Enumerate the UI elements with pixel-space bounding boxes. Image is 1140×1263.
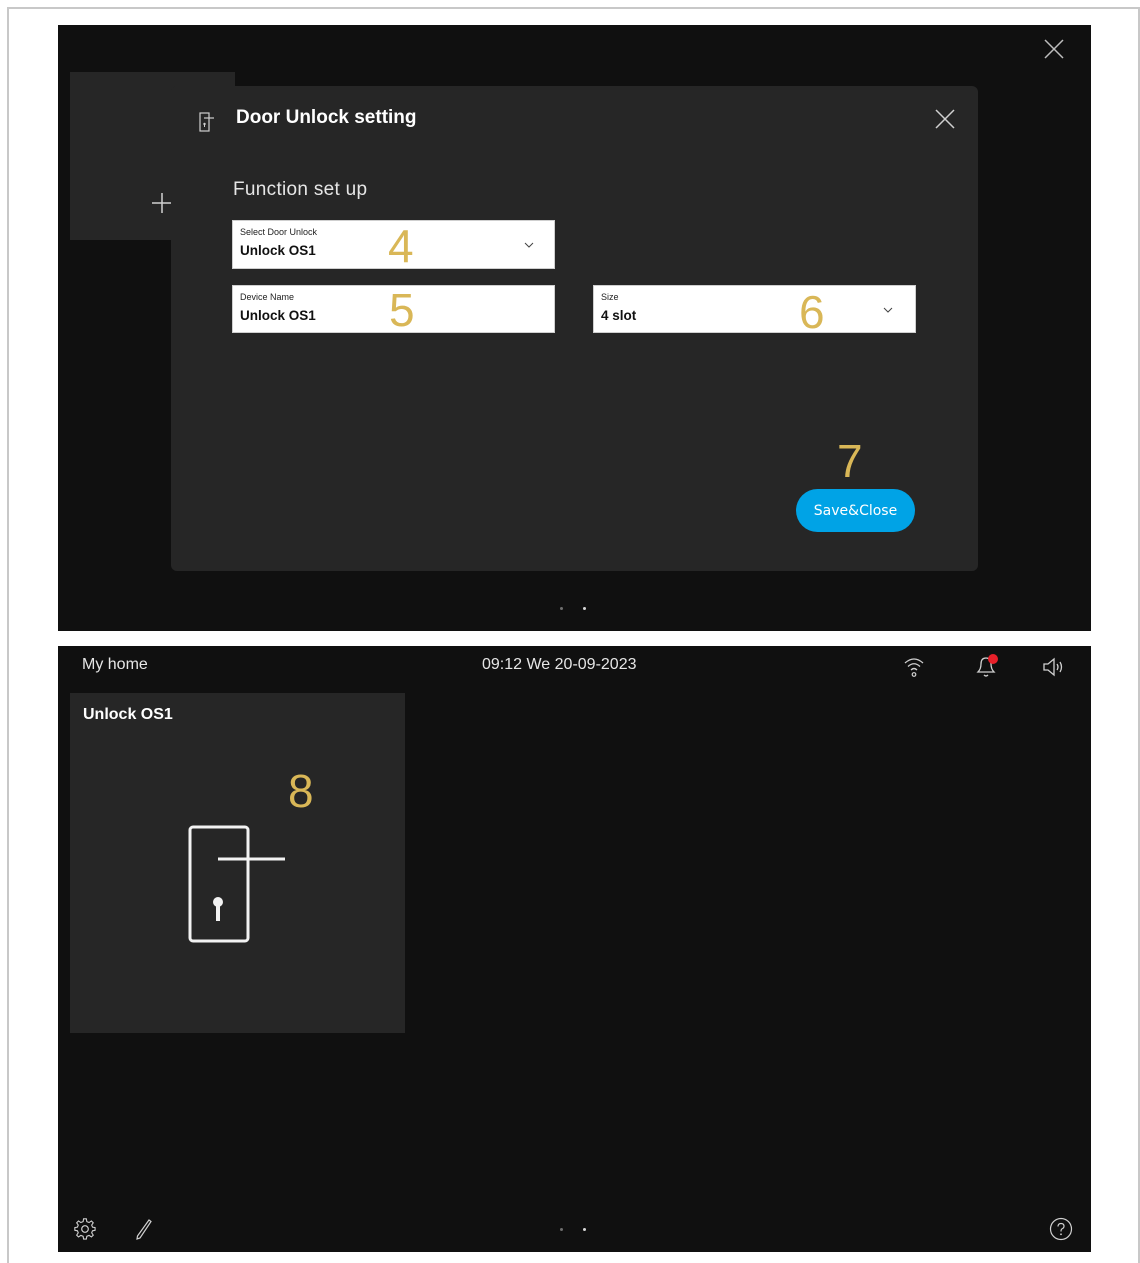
field-label: Size: [601, 292, 619, 302]
annotation-number: 6: [799, 286, 825, 338]
home-screen: My home 09:12 We 20-09-2023 Unlock OS1 8: [58, 646, 1091, 1252]
bell-icon[interactable]: [972, 653, 1002, 679]
annotation-number: 5: [389, 284, 415, 336]
page-indicator: [560, 1228, 586, 1231]
annotation-number: 7: [837, 435, 863, 487]
door-unlock-tile[interactable]: Unlock OS1 8: [70, 693, 405, 1033]
close-icon[interactable]: [934, 108, 956, 130]
plus-icon: [152, 193, 172, 213]
chevron-down-icon: [524, 242, 534, 248]
frame-border: [7, 7, 9, 1263]
door-handle-icon: [188, 825, 285, 943]
close-icon[interactable]: [1042, 37, 1066, 61]
settings-screen: Door Unlock setting Function set up Sele…: [58, 25, 1091, 631]
field-value: Unlock OS1: [240, 243, 316, 258]
annotation-number: 4: [388, 220, 414, 272]
size-dropdown[interactable]: Size 4 slot: [593, 285, 916, 333]
chevron-down-icon: [883, 307, 893, 313]
annotation-number: 8: [288, 765, 314, 817]
field-label: Select Door Unlock: [240, 227, 318, 237]
dialog-title: Door Unlock setting: [236, 107, 417, 128]
wifi-icon[interactable]: [902, 655, 926, 679]
page-dot[interactable]: [560, 607, 563, 610]
speaker-icon[interactable]: [1042, 656, 1066, 678]
page-indicator: [560, 607, 586, 610]
page-dot-active[interactable]: [583, 607, 586, 610]
door-unlock-icon: [199, 112, 214, 132]
section-title: Function set up: [233, 179, 368, 200]
field-label: Device Name: [240, 292, 295, 302]
date-time: 09:12 We 20-09-2023: [482, 656, 637, 673]
field-value: 4 slot: [601, 308, 637, 323]
home-label[interactable]: My home: [82, 656, 148, 674]
save-close-button[interactable]: Save&Close: [796, 489, 915, 532]
field-value: Unlock OS1: [240, 308, 316, 323]
door-unlock-dialog: Door Unlock setting Function set up Sele…: [171, 86, 978, 571]
tile-title: Unlock OS1: [83, 706, 173, 723]
gear-icon[interactable]: [73, 1217, 97, 1241]
page-dot-active[interactable]: [583, 1228, 586, 1231]
frame-border: [7, 7, 1140, 9]
page-dot[interactable]: [560, 1228, 563, 1231]
pencil-icon[interactable]: [135, 1218, 153, 1240]
help-icon[interactable]: [1049, 1217, 1073, 1241]
